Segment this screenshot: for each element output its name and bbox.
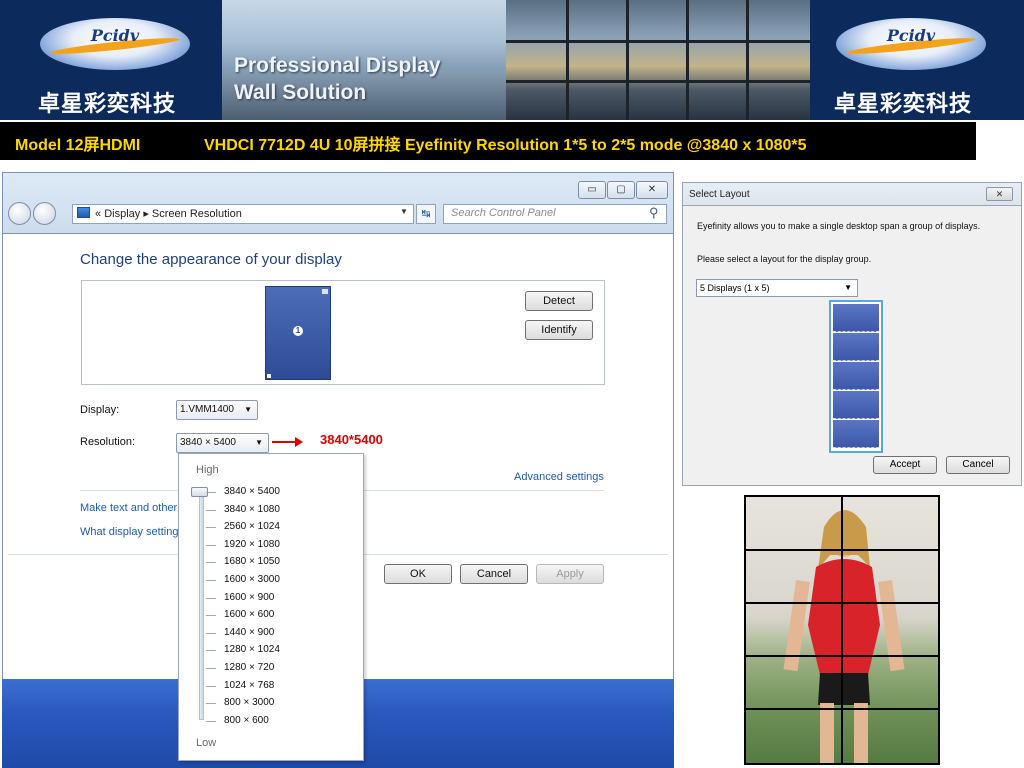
logo-oval: Pcidv xyxy=(836,18,986,70)
resolution-option[interactable]: 800 × 600 xyxy=(224,715,269,726)
annotation-arrow-head-icon xyxy=(295,437,303,447)
search-placeholder: Search Control Panel xyxy=(451,207,556,219)
banner-title-line1: Professional Display xyxy=(234,54,441,77)
resolution-select[interactable]: 3840 × 5400 ▼ xyxy=(176,433,269,453)
breadcrumb-prefix: « xyxy=(95,208,102,220)
chevron-down-icon: ▼ xyxy=(244,405,252,414)
logo-chinese-name: 卓星彩奕科技 xyxy=(38,92,177,117)
resolution-label: Resolution: xyxy=(80,436,136,448)
search-icon[interactable]: ⚲ xyxy=(649,205,659,221)
close-button[interactable]: ✕ xyxy=(986,187,1013,201)
logo-chinese-name: 卓星彩奕科技 xyxy=(834,92,973,117)
resolution-option[interactable]: 1600 × 900 xyxy=(224,592,274,603)
slider-tick xyxy=(206,597,216,599)
chevron-down-icon: ▼ xyxy=(255,438,263,447)
forward-arrow-icon[interactable] xyxy=(33,202,56,225)
select-layout-title: Select Layout xyxy=(689,189,750,200)
layout-preview[interactable] xyxy=(829,300,883,453)
resolution-high-label: High xyxy=(196,464,219,476)
resolution-option[interactable]: 2560 × 1024 xyxy=(224,521,280,532)
caption-model: Model 12屏HDMI xyxy=(15,137,141,154)
layout-display-cell xyxy=(833,333,879,361)
slider-tick xyxy=(206,685,216,687)
display-control-panel-icon xyxy=(77,207,90,218)
brand-logo-right: Pcidv 卓星彩奕科技 xyxy=(810,0,1024,120)
slider-tick xyxy=(206,703,216,705)
cancel-button[interactable]: Cancel xyxy=(460,564,528,584)
layout-display-cell xyxy=(833,420,879,448)
resolution-option[interactable]: 1600 × 3000 xyxy=(224,574,280,585)
close-button[interactable]: ✕ xyxy=(636,181,668,199)
resolution-low-label: Low xyxy=(196,737,217,749)
address-dropdown-icon[interactable]: ▼ xyxy=(400,207,408,216)
slider-tick xyxy=(206,544,216,546)
resolution-select-value: 3840 × 5400 xyxy=(180,437,236,448)
videowall-photo xyxy=(744,495,940,765)
breadcrumb-screen-resolution[interactable]: Screen Resolution xyxy=(152,208,242,220)
logo-brand-text: Pcidv xyxy=(90,26,140,45)
layout-select[interactable]: 5 Displays (1 x 5) ▼ xyxy=(696,279,858,297)
slider-tick xyxy=(206,509,216,511)
layout-display-cell xyxy=(833,391,879,419)
slider-tick xyxy=(206,668,216,669)
resolution-option[interactable]: 1280 × 720 xyxy=(224,662,274,673)
annotation-note: 3840*5400 xyxy=(320,432,383,447)
breadcrumb-display[interactable]: Display xyxy=(104,208,140,220)
accept-button[interactable]: Accept xyxy=(873,456,937,474)
brand-logo-left: Pcidv 卓星彩奕科技 xyxy=(0,0,220,120)
minimize-button[interactable]: ▭ xyxy=(578,181,606,199)
text-size-link[interactable]: Make text and other xyxy=(80,502,177,514)
display-select-value: 1.VMM1400 xyxy=(180,404,234,415)
layout-select-value: 5 Displays (1 x 5) xyxy=(700,283,770,293)
window-titlebar xyxy=(2,172,674,234)
maximize-button[interactable]: ▢ xyxy=(607,181,635,199)
logo-oval: Pcidv xyxy=(40,18,190,70)
layout-display-cell xyxy=(833,362,879,390)
banner-title-line2: Wall Solution xyxy=(234,81,367,104)
identify-button[interactable]: Identify xyxy=(525,320,593,340)
refresh-icon[interactable]: ↹ xyxy=(416,204,436,224)
advanced-settings-link[interactable]: Advanced settings xyxy=(514,471,604,483)
layout-display-cell xyxy=(833,304,879,332)
resolution-option[interactable]: 1280 × 1024 xyxy=(224,644,280,655)
resolution-slider-track[interactable] xyxy=(199,488,204,720)
slider-tick xyxy=(206,580,216,581)
resolution-dropdown[interactable] xyxy=(178,453,364,761)
banner-title: Professional Display Wall Solution xyxy=(234,52,441,106)
resolution-option[interactable]: 1440 × 900 xyxy=(224,627,274,638)
ok-button[interactable]: OK xyxy=(384,564,452,584)
breadcrumb-separator-icon: ▸ xyxy=(143,208,149,220)
chevron-down-icon: ▼ xyxy=(844,283,852,292)
display-settings-link[interactable]: What display setting xyxy=(80,526,178,538)
resolution-option[interactable]: 1024 × 768 xyxy=(224,680,274,691)
select-layout-instruction: Please select a layout for the display g… xyxy=(697,254,872,264)
slider-tick xyxy=(206,615,216,617)
resolution-option[interactable]: 3840 × 5400 xyxy=(224,486,280,497)
page-title: Change the appearance of your display xyxy=(80,251,342,268)
slider-tick xyxy=(206,720,216,722)
resolution-option[interactable]: 1600 × 600 xyxy=(224,609,274,620)
select-layout-description: Eyefinity allows you to make a single de… xyxy=(697,221,981,231)
back-arrow-icon[interactable] xyxy=(8,202,31,225)
cancel-button[interactable]: Cancel xyxy=(946,456,1010,474)
resolution-option[interactable]: 3840 × 1080 xyxy=(224,504,280,515)
slider-tick xyxy=(206,562,216,564)
detect-button[interactable]: Detect xyxy=(525,291,593,311)
caption-description: VHDCI 7712D 4U 10屏拼接 Eyefinity Resolutio… xyxy=(204,137,807,154)
resolution-option[interactable]: 800 × 3000 xyxy=(224,697,274,708)
slider-tick xyxy=(206,650,216,652)
resolution-option[interactable]: 1920 × 1080 xyxy=(224,539,280,550)
slider-tick xyxy=(206,492,216,493)
display-label: Display: xyxy=(80,404,120,416)
slider-tick xyxy=(206,527,216,529)
apply-button[interactable]: Apply xyxy=(536,564,604,584)
slider-tick xyxy=(206,632,216,634)
display-select[interactable]: 1.VMM1400 ▼ xyxy=(176,400,258,420)
logo-brand-text: Pcidv xyxy=(886,26,936,45)
resolution-option[interactable]: 1680 × 1050 xyxy=(224,556,280,567)
monitor-number-badge: 1 xyxy=(293,326,303,336)
breadcrumb: « Display ▸ Screen Resolution xyxy=(95,207,242,220)
banner-videowall-photo xyxy=(506,0,810,120)
